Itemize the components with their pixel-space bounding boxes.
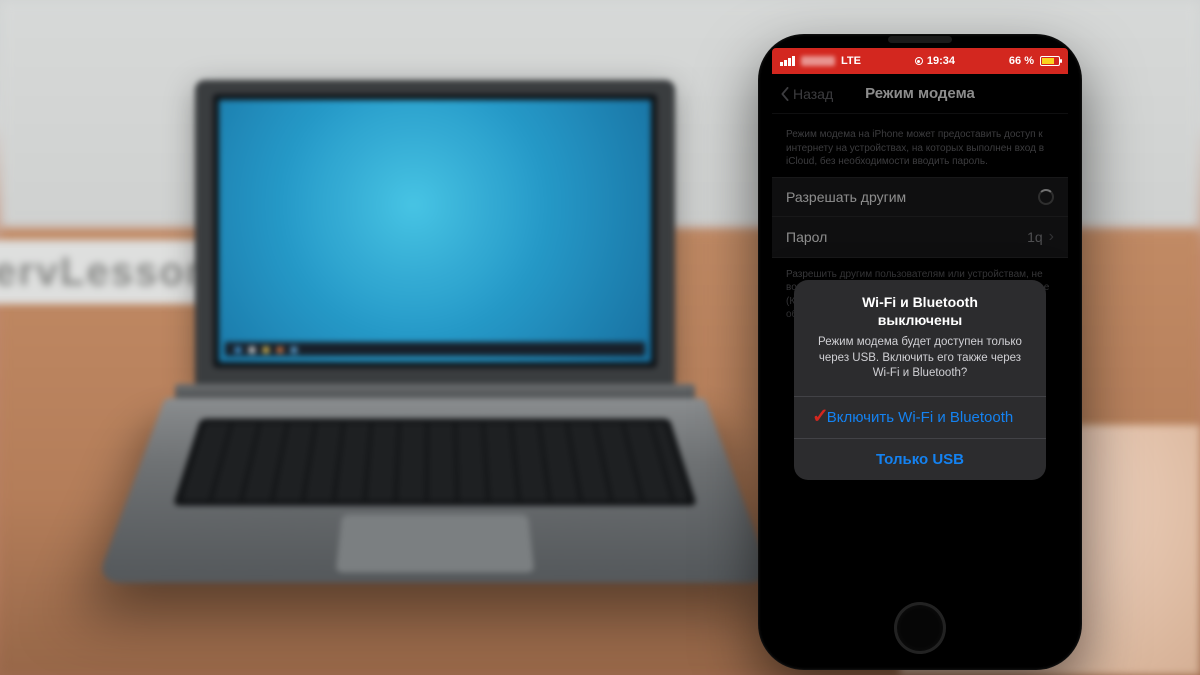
alert-secondary-label: Только USB: [876, 451, 964, 468]
start-icon: [235, 347, 241, 353]
iphone-frame: LTE 19:34 66 % Назад Режим модема Реж: [758, 34, 1082, 670]
laptop: [165, 80, 705, 600]
alert-primary-label: Включить Wi-Fi и Bluetooth: [827, 409, 1014, 426]
battery-icon: [1040, 56, 1060, 66]
clock: 19:34: [927, 55, 955, 67]
network-type: LTE: [841, 55, 861, 67]
alert-message: Режим модема будет доступен только через…: [794, 331, 1046, 396]
cell-signal-icon: [780, 56, 795, 66]
laptop-trackpad: [336, 515, 535, 573]
photo-scene: ervLesson: [0, 0, 1200, 675]
checkmark-icon: ✓: [812, 403, 829, 428]
alert-title: Wi-Fi и Bluetooth выключены: [794, 280, 1046, 331]
windows-taskbar: [225, 342, 645, 356]
carrier-blurred: [801, 56, 835, 66]
laptop-keyboard: [173, 419, 697, 506]
enable-wifi-bt-button[interactable]: ✓ Включить Wi-Fi и Bluetooth: [794, 396, 1046, 438]
laptop-lid: [195, 80, 675, 390]
laptop-base: [96, 398, 775, 583]
laptop-bezel: [213, 94, 657, 368]
laptop-screen: [219, 100, 651, 362]
taskbar-icon: [291, 347, 297, 353]
taskbar-icon: [263, 347, 269, 353]
status-bar: LTE 19:34 66 %: [772, 48, 1068, 74]
recording-icon: [915, 57, 923, 65]
taskbar-icon: [249, 347, 255, 353]
usb-only-button[interactable]: Только USB: [794, 438, 1046, 480]
home-button[interactable]: [894, 602, 946, 654]
taskbar-icon: [277, 347, 283, 353]
alert-dialog: Wi-Fi и Bluetooth выключены Режим модема…: [794, 280, 1046, 480]
battery-percent: 66 %: [1009, 55, 1034, 67]
iphone-screen: LTE 19:34 66 % Назад Режим модема Реж: [772, 48, 1068, 588]
